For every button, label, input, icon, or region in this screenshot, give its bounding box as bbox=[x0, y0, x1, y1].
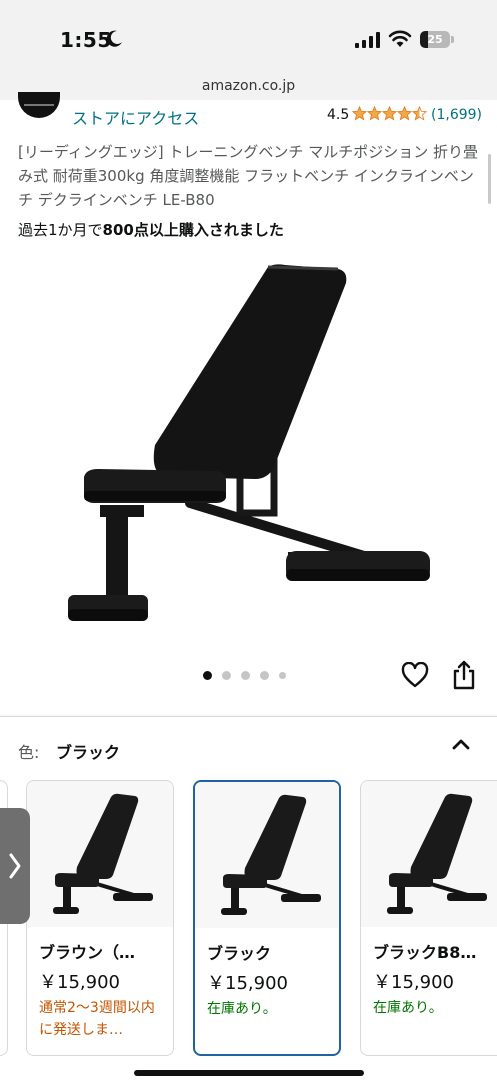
heart-icon[interactable] bbox=[401, 662, 429, 688]
rating-value: 4.5 bbox=[327, 107, 350, 123]
variant-image bbox=[361, 781, 497, 927]
star-icon bbox=[367, 106, 382, 121]
battery-level: 25 bbox=[427, 33, 443, 46]
chevron-up-icon[interactable] bbox=[451, 737, 471, 751]
chevron-right-icon bbox=[9, 853, 21, 879]
color-label: 色: bbox=[18, 743, 40, 762]
product-image[interactable] bbox=[50, 255, 450, 635]
scroll-variants-button[interactable] bbox=[0, 808, 30, 924]
pagination-dot[interactable] bbox=[203, 671, 212, 680]
variant-name: ブラック bbox=[207, 944, 272, 963]
variant-card-black[interactable]: ブラック ￥15,900 在庫あり。 bbox=[193, 780, 341, 1056]
battery-icon: 25 bbox=[420, 31, 454, 48]
purchase-count-prefix: 過去1か月で bbox=[18, 221, 103, 239]
home-indicator bbox=[134, 1070, 364, 1076]
star-icon bbox=[352, 106, 367, 121]
variant-name: ブラックB8… bbox=[373, 943, 477, 962]
variant-card-black-b8[interactable]: ブラックB8… ￥15,900 在庫あり。 bbox=[360, 780, 497, 1056]
wifi-icon bbox=[388, 30, 412, 47]
variant-availability: 通常2〜3週間以内に発送しま… bbox=[39, 1000, 155, 1038]
star-rating[interactable] bbox=[352, 106, 427, 121]
variant-price: ￥15,900 bbox=[207, 973, 288, 994]
scrollbar bbox=[488, 154, 491, 204]
purchase-count-bold: 800点以上購入されました bbox=[102, 221, 284, 239]
star-icon bbox=[412, 106, 427, 121]
visit-store-link[interactable]: ストアにアクセス bbox=[72, 105, 199, 129]
pagination-dot[interactable] bbox=[222, 671, 231, 680]
variant-availability: 在庫あり。 bbox=[207, 1001, 277, 1017]
variant-image bbox=[27, 781, 173, 927]
purchase-count: 過去1か月で800点以上購入されました bbox=[18, 219, 284, 240]
star-icon bbox=[397, 106, 412, 121]
store-logo[interactable] bbox=[18, 92, 60, 118]
image-pagination[interactable] bbox=[203, 671, 286, 680]
moon-icon bbox=[106, 30, 122, 47]
rating-count-link[interactable]: (1,699) bbox=[431, 107, 482, 123]
selected-color: ブラック bbox=[56, 743, 121, 762]
product-title: [リーディングエッジ] トレーニングベンチ マルチポジション 折り畳み式 耐荷重… bbox=[18, 143, 478, 209]
variant-availability: 在庫あり。 bbox=[373, 1000, 443, 1016]
star-icon bbox=[382, 106, 397, 121]
variant-image bbox=[195, 782, 339, 928]
variant-price: ￥15,900 bbox=[39, 972, 120, 993]
signal-icon bbox=[355, 32, 380, 48]
variant-price: ￥15,900 bbox=[373, 972, 454, 993]
pagination-dot[interactable] bbox=[279, 672, 286, 679]
status-bar: 1:55 25 bbox=[0, 0, 497, 74]
url-bar[interactable]: amazon.co.jp bbox=[0, 74, 497, 100]
share-icon[interactable] bbox=[451, 660, 477, 690]
variant-name: ブラウン（… bbox=[39, 943, 136, 962]
pagination-dot[interactable] bbox=[260, 671, 269, 680]
pagination-dot[interactable] bbox=[241, 671, 250, 680]
variant-card-brown[interactable]: ブラウン（… ￥15,900 通常2〜3週間以内に発送しま… bbox=[26, 780, 174, 1056]
